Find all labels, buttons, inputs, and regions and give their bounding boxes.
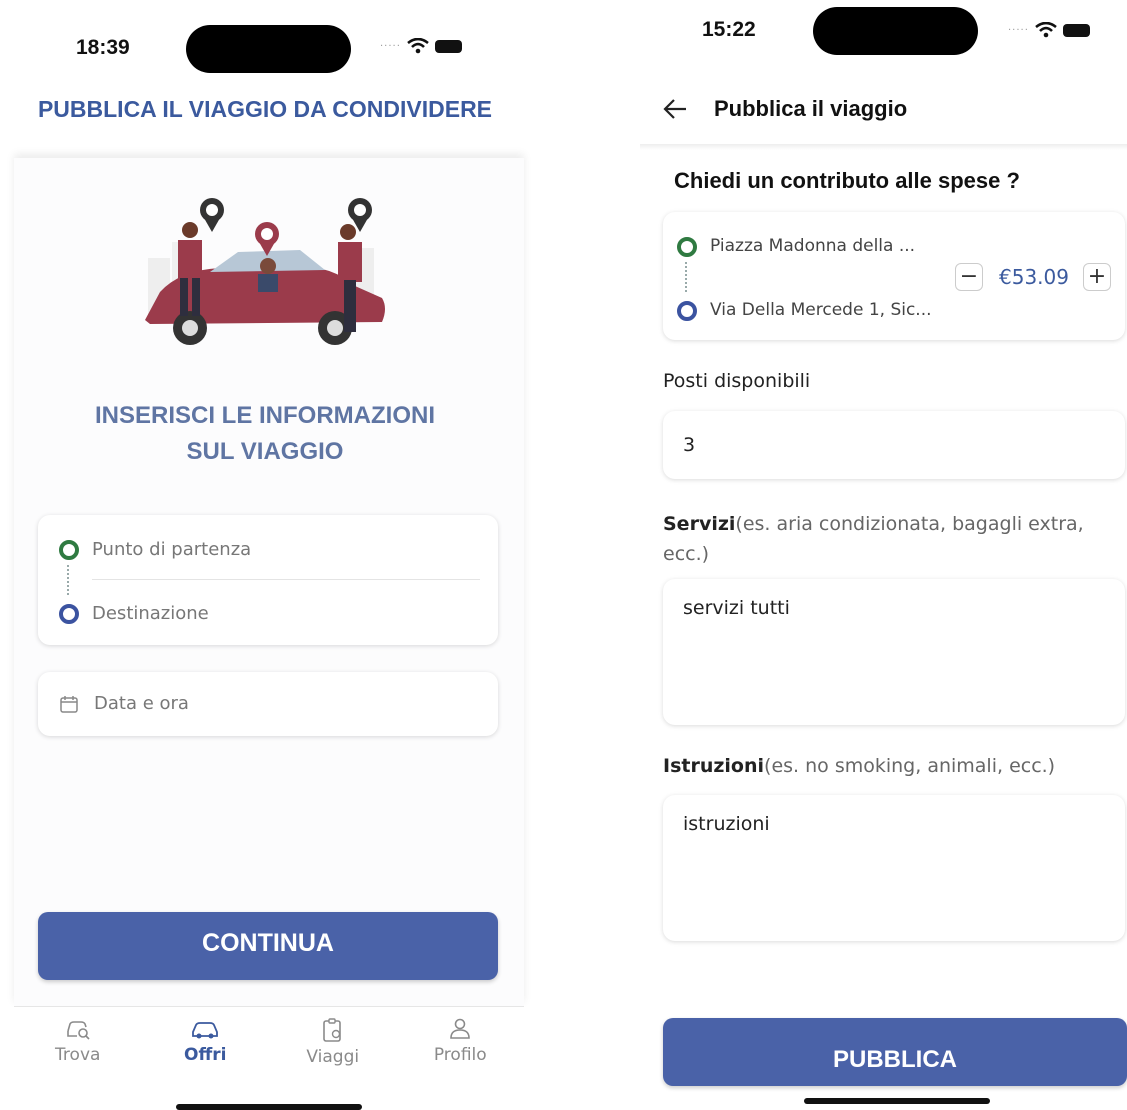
- increase-price-button[interactable]: +: [1083, 263, 1111, 291]
- calendar-icon: [60, 696, 78, 713]
- home-indicator: [176, 1104, 362, 1110]
- header-title: Pubblica il viaggio: [714, 96, 908, 121]
- heading-line-1: INSERISCI LE INFORMAZIONI: [94, 402, 435, 429]
- destination-marker-icon: [59, 604, 79, 624]
- trips-icon: [322, 1018, 341, 1042]
- origin-marker-icon: [677, 237, 697, 257]
- status-time: 15:22: [702, 18, 756, 41]
- nav-label-profilo: Profilo: [433, 1045, 487, 1065]
- car-search-icon: [66, 1021, 90, 1040]
- page-title: PUBBLICA IL VIAGGIO DA CONDIVIDERE: [37, 96, 493, 122]
- section-heading: INSERISCI LE INFORMAZIONI SUL VIAGGIO: [0, 398, 530, 470]
- signal-icon: ·····: [380, 40, 401, 52]
- nav-label-offri: Offri: [184, 1045, 227, 1065]
- seats-label: Posti disponibili: [663, 370, 811, 392]
- destination-input[interactable]: Destinazione: [92, 603, 209, 624]
- status-icons: ·····: [1008, 22, 1090, 38]
- continue-button[interactable]: CONTINUA: [38, 912, 498, 980]
- route-price-card: Piazza Madonna della ... Via Della Merce…: [663, 212, 1125, 340]
- dynamic-island: [186, 25, 351, 73]
- datetime-placeholder: Data e ora: [94, 693, 189, 714]
- wifi-icon: [1035, 22, 1057, 38]
- nav-item-profilo[interactable]: Profilo: [405, 1007, 515, 1109]
- services-textarea[interactable]: servizi tutti: [663, 579, 1125, 725]
- instructions-label-block: Istruzioni(es. no smoking, animali, ecc.…: [663, 755, 1055, 777]
- battery-icon: [434, 39, 462, 53]
- origin-text: Piazza Madonna della ...: [710, 236, 916, 256]
- nav-item-viaggi[interactable]: Viaggi: [278, 1007, 388, 1109]
- contribution-question: Chiedi un contributo alle spese ?: [674, 168, 1020, 193]
- nav-label-trova: Trova: [55, 1045, 101, 1065]
- route-connector: [67, 565, 69, 595]
- header-separator: [640, 144, 1127, 150]
- home-indicator: [804, 1098, 990, 1104]
- user-icon: [450, 1018, 471, 1039]
- datetime-field[interactable]: Data e ora: [38, 672, 498, 736]
- destination-text: Via Della Mercede 1, Sic...: [710, 300, 932, 320]
- nav-label-viaggi: Viaggi: [306, 1047, 360, 1067]
- route-card: Punto di partenza Destinazione: [38, 515, 498, 645]
- status-time: 18:39: [76, 36, 130, 59]
- seats-value: 3: [683, 434, 696, 456]
- instructions-label: Istruzioni: [663, 755, 765, 777]
- route-divider: [92, 579, 480, 580]
- services-label: Servizi: [663, 513, 736, 535]
- route-connector: [685, 262, 687, 292]
- back-arrow-icon[interactable]: [662, 98, 688, 120]
- instructions-value: istruzioni: [683, 813, 770, 835]
- header: Pubblica il viaggio: [640, 90, 1127, 142]
- services-value: servizi tutti: [683, 597, 790, 619]
- status-icons: ·····: [380, 38, 462, 54]
- services-label-block: Servizi(es. aria condizionata, bagagli e…: [663, 509, 1113, 569]
- nav-item-offri[interactable]: Offri: [150, 1007, 260, 1109]
- price-value: €53.09: [999, 265, 1069, 289]
- instructions-hint: (es. no smoking, animali, ecc.): [764, 755, 1056, 777]
- carpool-illustration: [145, 198, 385, 345]
- offer-trip-screen: 18:39 ····· PUBBLICA IL VIAGGIO DA CONDI…: [0, 0, 530, 1110]
- origin-input[interactable]: Punto di partenza: [92, 539, 251, 560]
- dynamic-island: [813, 7, 978, 55]
- bottom-nav: Trova Offri Viaggi Profilo: [14, 1006, 524, 1109]
- wifi-icon: [407, 38, 429, 54]
- battery-icon: [1062, 23, 1090, 37]
- car-icon: [192, 1022, 219, 1039]
- nav-item-trova[interactable]: Trova: [23, 1007, 133, 1109]
- signal-icon: ·····: [1008, 24, 1029, 36]
- destination-marker-icon: [677, 301, 697, 321]
- publish-trip-screen: 15:22 ····· Pubblica il viaggio Chiedi u…: [640, 0, 1127, 1108]
- seats-input[interactable]: 3: [663, 411, 1125, 479]
- heading-line-2: SUL VIAGGIO: [186, 438, 344, 465]
- instructions-textarea[interactable]: istruzioni: [663, 795, 1125, 941]
- origin-marker-icon: [59, 540, 79, 560]
- decrease-price-button[interactable]: −: [955, 263, 983, 291]
- publish-button[interactable]: PUBBLICA: [663, 1018, 1127, 1086]
